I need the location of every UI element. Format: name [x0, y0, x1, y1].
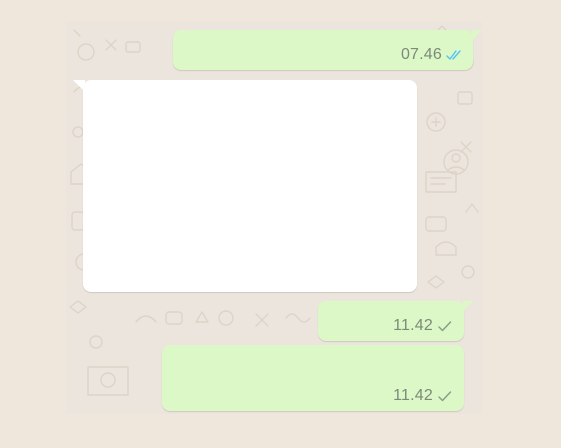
bubble-tail [73, 80, 85, 92]
double-check-icon [446, 49, 461, 60]
message-meta: 11.42 [393, 317, 454, 335]
message-bubble-outgoing[interactable]: 11.42 [162, 345, 464, 411]
message-time: 11.42 [393, 387, 433, 404]
message-bubble-outgoing[interactable]: 07.46 [173, 30, 482, 70]
message-bubble-outgoing[interactable]: 11.42 [318, 301, 473, 341]
message-bubble-incoming[interactable] [73, 80, 417, 292]
message-meta: 11.42 [393, 387, 454, 405]
bubble-tail [463, 301, 473, 311]
message-time: 07.46 [400, 46, 442, 63]
single-check-icon [438, 390, 452, 401]
single-check-icon [438, 320, 452, 331]
message-meta: 07.46 [401, 46, 463, 64]
chat-area[interactable]: 07.46 11.42 11.42 [66, 22, 482, 414]
message-time: 11.42 [393, 317, 433, 334]
bubble-tail [472, 30, 482, 40]
